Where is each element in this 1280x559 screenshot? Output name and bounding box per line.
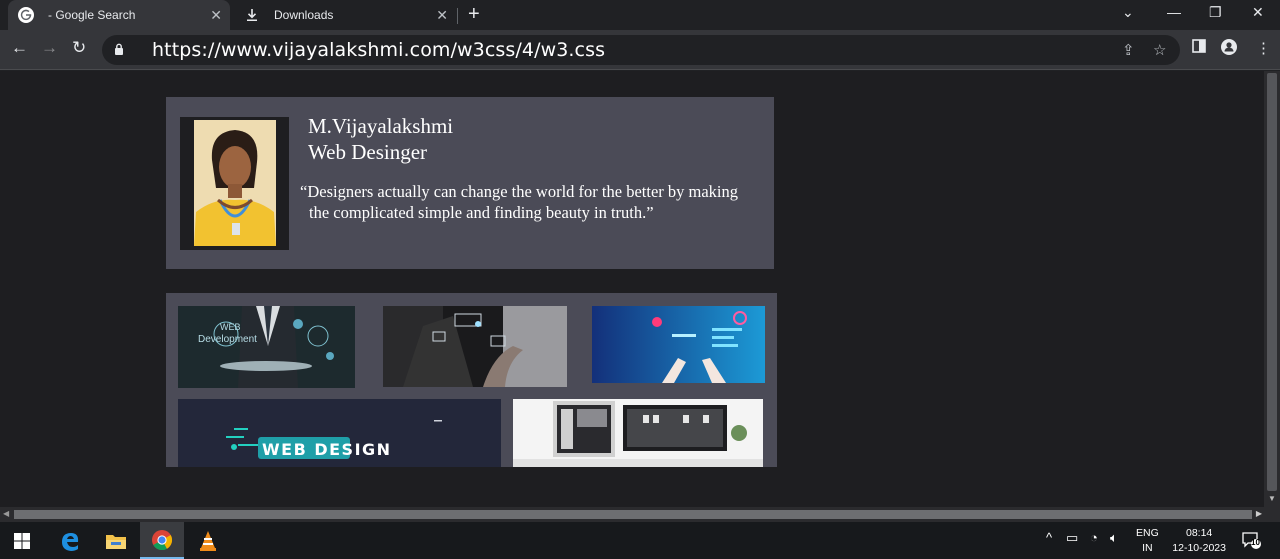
taskbar-file-explorer[interactable]: [94, 522, 138, 559]
profile-quote: “Designers actually can change the world…: [300, 181, 770, 223]
browser-toolbar: ← → ↻ https://www.vijayalakshmi.com/w3cs…: [0, 30, 1280, 70]
profile-photo: [194, 120, 276, 246]
language-indicator[interactable]: ENG IN: [1136, 526, 1159, 556]
gallery-image-tech-hand: [383, 306, 567, 387]
close-tab-icon[interactable]: ✕: [210, 7, 222, 24]
web-design-text: WEB DESIGN: [262, 440, 392, 459]
start-button[interactable]: [0, 522, 44, 559]
profile-icon[interactable]: [1221, 39, 1237, 59]
tech-dashboard-art: [592, 306, 765, 383]
vlc-icon: [200, 530, 216, 551]
profile-photo-art: [194, 120, 276, 246]
forward-icon[interactable]: →: [41, 38, 58, 58]
tab-separator: [457, 8, 458, 24]
language-code: ENG: [1136, 527, 1159, 539]
workspace-art: [513, 399, 763, 467]
page-viewport: M.Vijayalakshmi Web Desinger “Designers …: [0, 71, 1264, 507]
clock-time: 08:14: [1186, 527, 1213, 539]
profile-role: Web Desinger: [308, 140, 428, 164]
gallery-image-workspace: [513, 399, 763, 467]
profile-name-block: M.Vijayalakshmi Web Desinger: [308, 113, 453, 165]
horizontal-scroll-thumb[interactable]: [14, 510, 1252, 519]
reload-icon[interactable]: ↻: [72, 38, 86, 58]
tab-title: - Google Search: [48, 8, 136, 22]
side-panel-glyph: [1192, 39, 1206, 53]
windows-taskbar: ^ ▭ ◔ 🔈︎ ENG IN 08:14 12-10-2023 10: [0, 522, 1280, 559]
profile-photo-frame: [180, 117, 289, 250]
web-text: WEB: [220, 322, 241, 332]
gallery-image-web-development: WEB Development: [178, 306, 355, 388]
quote-line-1: “Designers actually can change the world…: [300, 182, 738, 201]
taskbar-chrome[interactable]: [140, 522, 184, 559]
close-tab-icon[interactable]: ✕: [436, 7, 448, 24]
address-bar[interactable]: https://www.vijayalakshmi.com/w3css/4/w3…: [102, 35, 1180, 65]
region-code: IN: [1142, 542, 1153, 554]
bookmark-star-icon[interactable]: ☆: [1153, 41, 1166, 59]
scroll-left-arrow-icon[interactable]: ◀: [3, 509, 9, 518]
profile-name: M.Vijayalakshmi: [308, 114, 454, 138]
back-icon[interactable]: ←: [11, 38, 28, 58]
minimize-icon[interactable]: —: [1167, 4, 1181, 20]
folder-icon: [106, 534, 126, 549]
url-text: https://www.vijayalakshmi.com/w3css/4/w3…: [152, 39, 606, 61]
notification-center-icon[interactable]: 10: [1241, 531, 1261, 549]
show-hidden-icons-icon[interactable]: ^: [1046, 530, 1052, 545]
quote-line-2: the complicated simple and finding beaut…: [309, 203, 654, 222]
menu-icon[interactable]: ⋮: [1256, 39, 1271, 57]
scroll-down-arrow-icon[interactable]: ▼: [1268, 494, 1276, 503]
edge-icon: [62, 532, 79, 551]
gallery-image-tech-dashboard: [592, 306, 765, 383]
wifi-icon[interactable]: ◔: [1090, 530, 1098, 545]
restore-icon[interactable]: ❐: [1209, 4, 1222, 21]
lock-icon: [115, 43, 123, 55]
scroll-right-arrow-icon[interactable]: ▶: [1256, 509, 1262, 518]
google-icon: [18, 7, 34, 23]
tab-google-search[interactable]: - Google Search ✕: [8, 0, 230, 30]
share-icon[interactable]: ⇪: [1122, 41, 1135, 59]
development-text: Development: [198, 334, 257, 345]
taskbar-vlc[interactable]: [186, 522, 230, 559]
web-design-art: WEB DESIGN: [178, 399, 501, 467]
vertical-scrollbar[interactable]: ▼: [1264, 71, 1280, 507]
download-icon: [247, 9, 257, 21]
profile-glyph: [1221, 39, 1237, 55]
gallery-image-web-design: WEB DESIGN: [178, 399, 501, 467]
taskbar-edge[interactable]: [48, 522, 92, 559]
tab-title: Downloads: [274, 8, 334, 22]
tab-downloads[interactable]: Downloads ✕: [234, 0, 456, 30]
notification-count: 10: [1251, 538, 1260, 547]
tech-hand-art: [383, 306, 567, 387]
clock-date: 12-10-2023: [1172, 542, 1226, 554]
chrome-icon: [152, 529, 173, 550]
image-gallery: WEB Development WEB DESIGN: [166, 293, 777, 467]
profile-card: M.Vijayalakshmi Web Desinger “Designers …: [166, 97, 774, 269]
volume-icon[interactable]: 🔈︎: [1110, 530, 1118, 546]
close-window-icon[interactable]: ✕: [1252, 4, 1264, 21]
tab-strip: - Google Search ✕ Downloads ✕ + ⌄ — ❐ ✕: [0, 0, 1280, 30]
vertical-scroll-thumb[interactable]: [1267, 73, 1277, 491]
horizontal-scrollbar[interactable]: ◀ ▶: [0, 507, 1280, 522]
system-clock[interactable]: 08:14 12-10-2023: [1172, 526, 1226, 556]
windows-icon: [14, 532, 30, 549]
web-development-art: WEB Development: [178, 306, 355, 388]
new-tab-button[interactable]: +: [468, 4, 480, 24]
battery-icon[interactable]: ▭: [1066, 530, 1078, 546]
side-panel-icon[interactable]: [1192, 39, 1206, 57]
tab-search-icon[interactable]: ⌄: [1122, 4, 1134, 21]
